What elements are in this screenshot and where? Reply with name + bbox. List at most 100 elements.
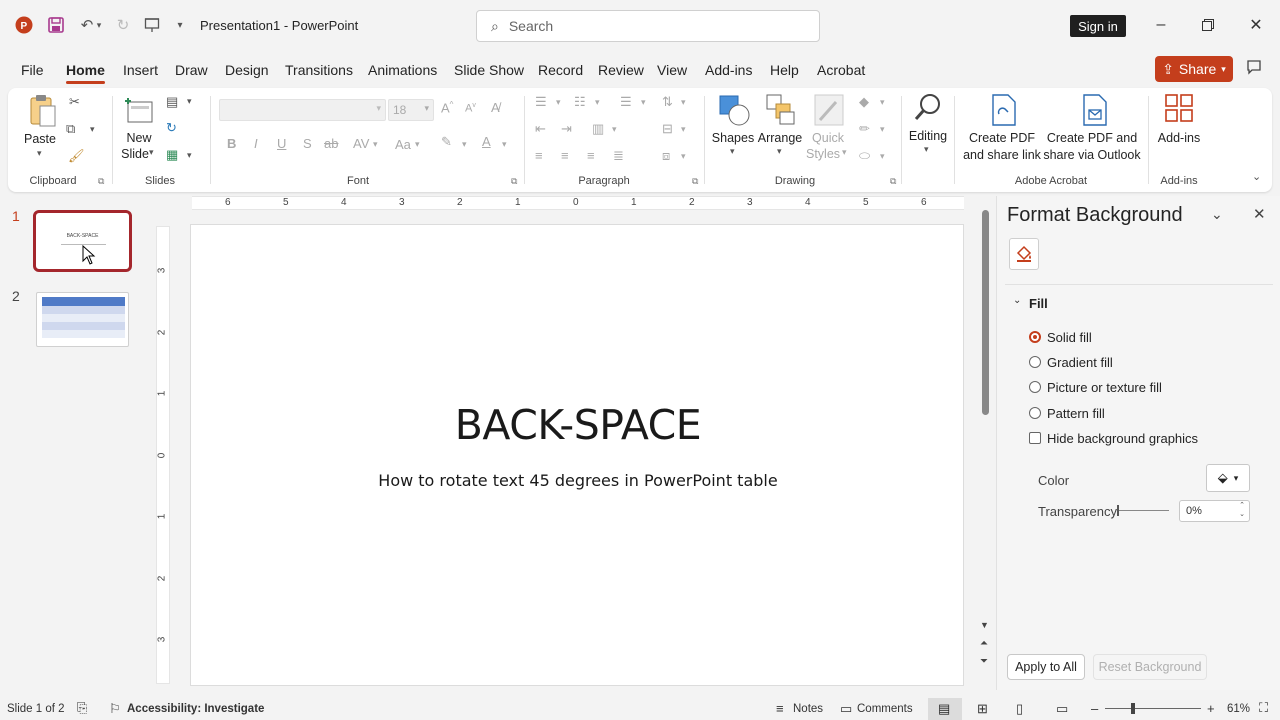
transparency-slider-thumb[interactable] xyxy=(1117,505,1119,516)
tab-transitions[interactable]: Transitions xyxy=(285,62,353,78)
copy-icon[interactable]: ⧉ xyxy=(66,121,75,137)
slide-title[interactable]: BACK-SPACE xyxy=(191,401,965,449)
notes-button[interactable]: Notes xyxy=(793,703,823,715)
create-pdf-link-icon[interactable] xyxy=(991,94,1017,129)
bold-icon[interactable]: B xyxy=(227,136,236,151)
gradient-fill-radio[interactable] xyxy=(1029,356,1041,368)
layout-icon[interactable]: ▤ xyxy=(166,94,178,110)
section-dropdown-icon[interactable]: ▾ xyxy=(187,150,192,161)
decrease-font-icon[interactable]: Av xyxy=(465,102,476,115)
slide-thumbnail-2[interactable] xyxy=(36,292,129,347)
smartart-icon[interactable]: ⧈ xyxy=(662,148,670,164)
shape-fill-dropdown-icon[interactable]: ▾ xyxy=(880,97,885,108)
clear-formatting-icon[interactable]: A̸ xyxy=(491,100,500,115)
notes-icon[interactable]: ≡ xyxy=(776,701,784,716)
shape-outline-dropdown-icon[interactable]: ▾ xyxy=(880,124,885,135)
arrange-icon[interactable] xyxy=(766,94,796,129)
accessibility-status[interactable]: Accessibility: Investigate xyxy=(127,703,264,715)
search-input[interactable]: ⌕ Search xyxy=(476,10,820,42)
comments-icon[interactable] xyxy=(1246,59,1262,80)
smartart-dropdown-icon[interactable]: ▾ xyxy=(681,151,686,162)
transparency-spinner-icon[interactable]: ⌃ ⌄ xyxy=(1239,501,1245,519)
fill-category-icon[interactable] xyxy=(1009,238,1039,270)
layout-dropdown-icon[interactable]: ▾ xyxy=(187,96,192,107)
change-case-dropdown-icon[interactable]: ▾ xyxy=(415,139,420,150)
font-color-icon[interactable]: A xyxy=(482,134,491,149)
solid-fill-radio[interactable] xyxy=(1029,331,1041,343)
add-ins-button[interactable]: Add-ins xyxy=(1158,130,1200,147)
share-button[interactable]: ⇪ Share ▾ xyxy=(1155,56,1233,82)
zoom-out-icon[interactable]: – xyxy=(1091,701,1098,716)
columns-dropdown-icon[interactable]: ▾ xyxy=(612,124,617,135)
slide-subtitle[interactable]: How to rotate text 45 degrees in PowerPo… xyxy=(191,471,965,490)
pattern-fill-radio[interactable] xyxy=(1029,407,1041,419)
shapes-dropdown-icon[interactable]: ▾ xyxy=(730,146,735,157)
new-slide-label-1[interactable]: New xyxy=(126,130,151,147)
zoom-level[interactable]: 61% xyxy=(1227,703,1250,715)
tab-file[interactable]: File xyxy=(21,62,44,78)
apply-to-all-button[interactable]: Apply to All xyxy=(1007,654,1085,680)
next-slide-icon[interactable]: ⏷ xyxy=(980,656,988,667)
editing-icon[interactable] xyxy=(913,92,943,125)
new-slide-dropdown-icon[interactable]: ▾ xyxy=(149,147,154,158)
line-spacing-icon[interactable]: ☰ xyxy=(620,94,632,110)
color-picker-button[interactable]: ⬙ ▾ xyxy=(1206,464,1250,492)
drawing-launcher-icon[interactable]: ⧉ xyxy=(890,176,896,187)
redo-icon[interactable]: ↻ xyxy=(112,14,134,36)
align-text-icon[interactable]: ⊟ xyxy=(662,121,673,137)
increase-indent-icon[interactable]: ⇥ xyxy=(561,121,572,137)
new-slide-icon[interactable] xyxy=(124,96,154,127)
vertical-scrollbar[interactable]: ▼ ⏶ ⏷ xyxy=(980,210,992,680)
format-painter-icon[interactable]: 🖌 xyxy=(68,148,85,164)
paste-dropdown-icon[interactable]: ▾ xyxy=(37,148,42,159)
create-pdf-link-label-2[interactable]: and share link xyxy=(963,147,1041,164)
create-pdf-outlook-icon[interactable] xyxy=(1082,94,1108,129)
close-window-icon[interactable]: ✕ xyxy=(1245,14,1267,36)
previous-slide-icon[interactable]: ⏶ xyxy=(980,638,988,649)
shapes-icon[interactable] xyxy=(718,94,750,129)
paste-button[interactable]: Paste xyxy=(24,131,56,148)
align-center-icon[interactable]: ≡ xyxy=(561,148,569,163)
change-case-icon[interactable]: Aa xyxy=(395,137,411,152)
arrange-dropdown-icon[interactable]: ▾ xyxy=(777,146,782,157)
sign-in-button[interactable]: Sign in xyxy=(1070,15,1126,37)
reading-view-icon[interactable]: ▯ xyxy=(1016,701,1023,717)
tab-add-ins[interactable]: Add-ins xyxy=(705,62,752,78)
arrange-button[interactable]: Arrange xyxy=(758,130,802,147)
cut-icon[interactable]: ✂ xyxy=(69,94,80,110)
editing-dropdown-icon[interactable]: ▾ xyxy=(924,144,929,155)
shape-effects-icon[interactable]: ⬭ xyxy=(859,148,870,164)
scrollbar-thumb[interactable] xyxy=(982,210,989,415)
reset-icon[interactable]: ↻ xyxy=(166,120,177,136)
reset-background-button[interactable]: Reset Background xyxy=(1093,654,1207,680)
tab-insert[interactable]: Insert xyxy=(123,62,158,78)
slide-show-icon[interactable]: ▭ xyxy=(1056,701,1068,717)
tab-acrobat[interactable]: Acrobat xyxy=(817,62,865,78)
picture-texture-fill-label[interactable]: Picture or texture fill xyxy=(1047,380,1162,395)
tab-slide-show[interactable]: Slide Show xyxy=(454,62,524,78)
fill-section-header[interactable]: Fill xyxy=(1029,296,1048,311)
pane-options-icon[interactable]: ⌄ xyxy=(1211,206,1223,223)
undo-dropdown-icon[interactable]: ▾ xyxy=(93,14,105,36)
text-direction-dropdown-icon[interactable]: ▾ xyxy=(681,97,686,108)
strikethrough-icon[interactable]: ab xyxy=(324,136,338,151)
clipboard-launcher-icon[interactable]: ⧉ xyxy=(98,176,104,187)
normal-view-button[interactable]: ▤ xyxy=(928,698,962,720)
bullets-dropdown-icon[interactable]: ▾ xyxy=(556,97,561,108)
close-pane-icon[interactable]: ✕ xyxy=(1253,205,1266,223)
minimize-icon[interactable]: – xyxy=(1150,14,1172,36)
highlight-dropdown-icon[interactable]: ▾ xyxy=(462,139,467,150)
align-right-icon[interactable]: ≡ xyxy=(587,148,595,163)
shadow-icon[interactable]: S xyxy=(303,136,312,151)
start-presentation-icon[interactable] xyxy=(141,14,163,36)
decrease-indent-icon[interactable]: ⇤ xyxy=(535,121,546,137)
picture-texture-fill-radio[interactable] xyxy=(1029,381,1041,393)
tab-home[interactable]: Home xyxy=(66,62,105,84)
spelling-icon[interactable]: ⎘ xyxy=(77,700,87,716)
character-spacing-dropdown-icon[interactable]: ▾ xyxy=(373,139,378,150)
align-text-dropdown-icon[interactable]: ▾ xyxy=(681,124,686,135)
section-icon[interactable]: ▦ xyxy=(166,147,178,163)
pattern-fill-label[interactable]: Pattern fill xyxy=(1047,406,1105,421)
hide-background-graphics-label[interactable]: Hide background graphics xyxy=(1047,431,1198,446)
align-left-icon[interactable]: ≡ xyxy=(535,148,543,163)
